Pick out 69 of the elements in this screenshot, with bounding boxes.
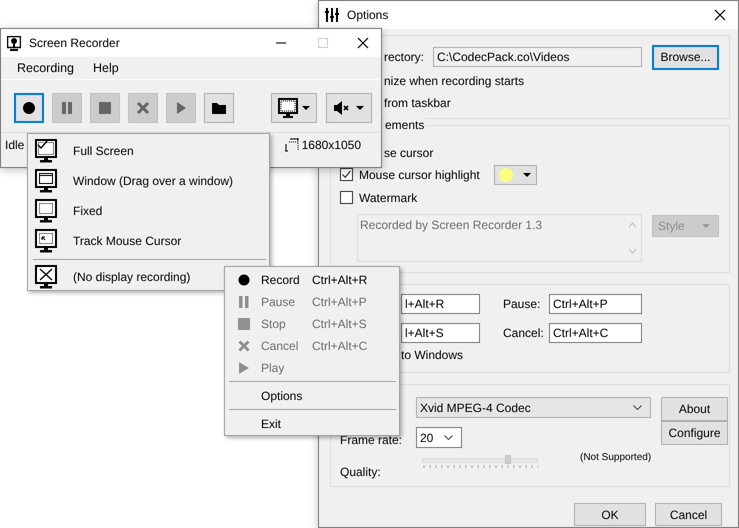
sliders-icon — [325, 8, 339, 22]
configure-button[interactable]: Configure — [661, 421, 728, 445]
status-text: Idle — [5, 138, 24, 152]
dialog-button[interactable]: OK — [574, 503, 646, 526]
menu-item[interactable]: Full Screen — [30, 136, 267, 166]
color-swatch — [499, 168, 514, 182]
caret-icon — [302, 106, 310, 110]
record-icon — [21, 100, 37, 116]
menu-item[interactable]: Record Ctrl+Alt+R — [225, 269, 399, 291]
option-label: to Windows — [401, 348, 464, 362]
codec-dropdown[interactable]: Xvid MPEG-4 Codec — [416, 397, 651, 418]
checkbox[interactable] — [340, 168, 353, 181]
about-button[interactable]: About — [661, 397, 728, 421]
group-title: ements — [384, 118, 426, 132]
menu-item[interactable]: Options — [225, 385, 399, 407]
dialog-button[interactable]: Cancel — [655, 503, 722, 526]
cancel-icon — [238, 340, 250, 352]
stop-icon — [238, 318, 250, 330]
checkbox[interactable] — [340, 191, 353, 204]
hotkey-field[interactable]: l+Alt+S — [401, 323, 480, 343]
menu-item[interactable]: Recording — [17, 61, 74, 75]
menu-item[interactable]: Help — [92, 61, 119, 75]
chevron-icon — [633, 405, 642, 410]
hotkey-field[interactable]: l+Alt+R — [401, 294, 480, 314]
resize-icon — [284, 138, 299, 152]
caret-icon — [702, 224, 710, 228]
option-label: nize when recording starts — [384, 73, 526, 90]
checkbox-label: Watermark — [359, 190, 418, 204]
record-icon — [238, 274, 250, 286]
browse-button[interactable]: Browse... — [652, 44, 719, 70]
checkbox-label: Mouse cursor highlight — [359, 168, 480, 182]
record-button[interactable] — [14, 93, 44, 123]
hotkey-label: Pause: — [503, 297, 542, 311]
folder-icon — [211, 100, 227, 116]
caret-icon — [522, 172, 531, 176]
directory-label: rectory: — [384, 50, 423, 64]
display-dropdown[interactable] — [271, 93, 317, 123]
cancel-icon — [135, 100, 151, 116]
option-label: se cursor — [384, 145, 434, 162]
resolution-text: 1680x1050 — [302, 138, 361, 152]
menu-item[interactable]: Exit — [225, 413, 399, 435]
close-icon[interactable] — [357, 37, 369, 49]
close-icon[interactable] — [714, 9, 726, 21]
quality-label: Quality: — [340, 464, 382, 479]
caret-icon — [356, 106, 364, 110]
frame-rate-label: Frame rate: — [340, 432, 404, 447]
menu-item[interactable]: Track Mouse Cursor — [30, 226, 267, 256]
color-dropdown[interactable] — [494, 164, 537, 184]
chevron-icon — [444, 435, 453, 440]
stop-icon — [97, 100, 113, 116]
pause-icon — [238, 296, 250, 308]
window-title: Screen Recorder — [29, 36, 120, 50]
audio-dropdown[interactable] — [326, 93, 372, 123]
menu-item[interactable]: Fixed — [30, 196, 267, 226]
window-title: Options — [347, 8, 388, 22]
hotkey-field[interactable]: Ctrl+Alt+C — [549, 323, 642, 343]
monitor-icon — [7, 36, 21, 50]
option-label: from taskbar — [384, 95, 452, 112]
folder-button[interactable] — [204, 93, 234, 123]
quality-note: (Not Supported) — [580, 452, 652, 463]
menu-item[interactable]: Window (Drag over a window) — [30, 166, 267, 196]
quality-slider[interactable] — [422, 455, 538, 469]
pause-icon — [59, 100, 75, 116]
hotkey-field[interactable]: Ctrl+Alt+P — [549, 294, 642, 314]
play-icon — [238, 362, 250, 374]
hotkey-label: Cancel: — [503, 326, 545, 340]
directory-field[interactable]: C:\CodecPack.co\Videos — [433, 47, 642, 67]
frame-rate-dropdown[interactable]: 20 — [416, 427, 462, 448]
monitor-icon — [278, 98, 298, 118]
